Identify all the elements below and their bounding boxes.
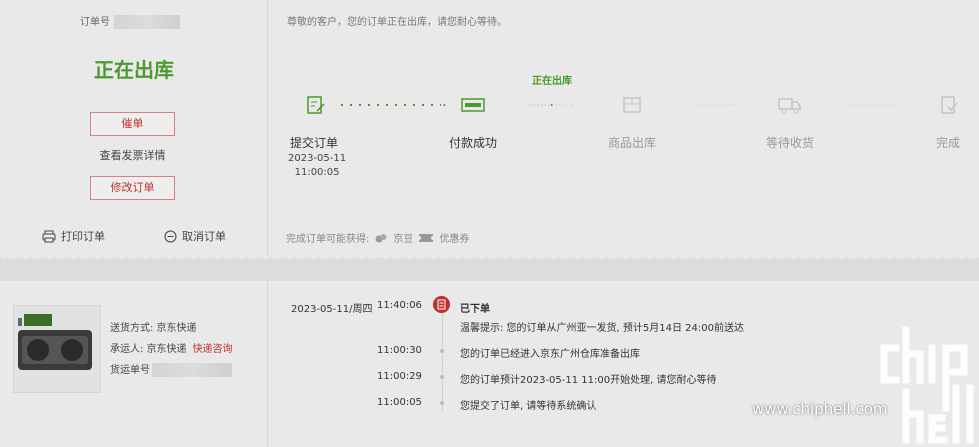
- progress-panel: 尊敬的客户，您的订单正在出库，请您耐心等待。 正在出库 提交订单 付款成功 商品…: [269, 0, 979, 255]
- timeline-dot: [440, 375, 444, 379]
- shipping-info-panel: 送货方式: 京东快递 承运人: 京东快递 快递咨询 货运单号: [0, 281, 268, 447]
- carrier-info: 承运人: 京东快递 快递咨询: [110, 344, 233, 355]
- progress-dots-complete: [341, 104, 446, 106]
- timeline-date: 2023-05-11/周四: [291, 304, 373, 315]
- timeline-event-text-3: 您的订单预计2023-05-11 11:00开始处理, 请您耐心等待: [460, 375, 717, 386]
- order-number: 订单号: [80, 13, 180, 29]
- watermark-site: www.chiphell.com: [752, 400, 888, 418]
- modify-order-button[interactable]: 修改订单: [90, 176, 175, 200]
- step-await-receipt: 等待收货: [766, 136, 815, 150]
- jingdou-bean-icon: [375, 233, 387, 242]
- current-step-label: 正在出库: [532, 76, 572, 87]
- timeline-event-text-4: 您提交了订单, 请等待系统确认: [460, 401, 597, 412]
- step-payment-success: 付款成功: [449, 136, 498, 150]
- timeline-event-title: 已下单: [460, 304, 490, 315]
- order-status-title: 正在出库: [94, 58, 174, 82]
- step-dispatch: 商品出库: [608, 136, 657, 150]
- timeline-dot: [440, 401, 444, 405]
- tracking-number: 货运单号: [110, 361, 232, 377]
- step-submit-order: 提交订单: [290, 136, 339, 150]
- coupon-icon: [419, 233, 434, 242]
- courier-inquiry-link[interactable]: 快递咨询: [193, 344, 233, 355]
- progress-dots-partial: [530, 104, 573, 106]
- progress-dots-pending: [692, 104, 736, 106]
- urge-order-button[interactable]: 催单: [90, 112, 175, 136]
- order-status-section: 订单号 正在出库 催单 查看发票详情 修改订单 打印订单 取消订单 尊敬的客户，…: [0, 0, 979, 255]
- timeline-time-2: 11:00:30: [377, 345, 422, 356]
- zigzag-edge: [0, 255, 979, 259]
- step-complete: 完成: [936, 136, 961, 150]
- progress-dots-pending-2: [850, 104, 895, 106]
- delivery-truck-icon: [778, 98, 801, 114]
- complete-check-icon: [941, 96, 958, 114]
- graphics-card-image: [18, 314, 92, 370]
- tracking-number-redacted: [152, 363, 232, 377]
- order-notice: 尊敬的客户，您的订单正在出库，请您耐心等待。: [287, 17, 507, 28]
- minus-circle-icon: [164, 230, 177, 242]
- chiphell-watermark-logo: [880, 326, 974, 444]
- timeline-event-text-1: 温馨提示: 您的订单从广州亚一发货, 预计5月14日 24:00前送达: [460, 323, 744, 334]
- timeline-time-1: 11:40:06: [377, 300, 422, 311]
- timeline-dot: [440, 349, 444, 353]
- print-order-link[interactable]: 打印订单: [42, 228, 105, 244]
- submit-order-timestamp: 2023-05-11 11:00:05: [288, 153, 347, 178]
- order-summary-panel: 订单号 正在出库 催单 查看发票详情 修改订单 打印订单 取消订单: [0, 0, 268, 255]
- timeline-event-text-2: 您的订单已经进入京东广州仓库准备出库: [460, 349, 640, 360]
- timeline-connector: [441, 311, 443, 411]
- timeline-time-4: 11:00:05: [377, 397, 422, 408]
- shipping-method: 送货方式: 京东快递: [110, 323, 197, 334]
- warehouse-box-icon: [623, 97, 641, 113]
- product-thumbnail[interactable]: [13, 305, 101, 393]
- completion-rewards: 完成订单可能获得: 京豆 优惠券: [286, 233, 470, 245]
- timeline-time-3: 11:00:29: [377, 371, 422, 382]
- submit-order-icon: [307, 96, 325, 114]
- printer-icon: [42, 230, 56, 242]
- order-number-redacted: [114, 15, 180, 29]
- shipping-section: 送货方式: 京东快递 承运人: 京东快递 快递咨询 货运单号 2023-05-11…: [0, 281, 979, 447]
- view-invoice-button[interactable]: 查看发票详情: [90, 145, 175, 169]
- cancel-order-link[interactable]: 取消订单: [164, 228, 226, 244]
- order-placed-icon: [433, 296, 450, 313]
- payment-card-icon: [461, 98, 485, 112]
- order-timeline: 2023-05-11/周四 11:40:06 已下单 温馨提示: 您的订单从广州…: [269, 281, 979, 447]
